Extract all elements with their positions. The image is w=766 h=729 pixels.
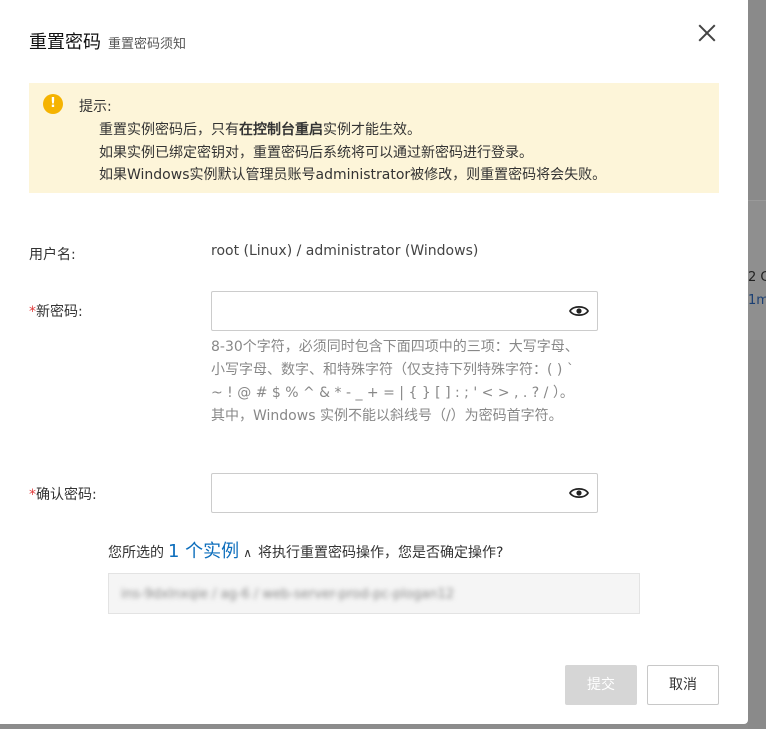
show-password-eye-icon[interactable] [569, 486, 589, 500]
dialog-subtitle: 重置密码须知 [108, 37, 187, 52]
background-text: 2 G [748, 270, 766, 285]
notice-emphasis: 在控制台重启 [239, 122, 323, 138]
new-password-input[interactable] [220, 300, 560, 322]
password-hint: 8-30个字符，必须同时包含下面四项中的三项：大写字母、小写字母、数字、和特殊字… [211, 339, 579, 424]
notice-line-2: 如果实例已绑定密钥对，重置密码后系统将可以通过新密码进行登录。 [99, 145, 533, 161]
submit-button[interactable]: 提交 [565, 665, 637, 705]
close-icon[interactable] [694, 20, 720, 46]
notice-box: ! 提示: 重置实例密码后，只有在控制台重启实例才能生效。 如果实例已绑定密钥对… [29, 83, 719, 193]
notice-line-1: 重置实例密码后，只有在控制台重启实例才能生效。 [99, 122, 421, 138]
required-mark: * [29, 487, 36, 503]
background-link: 1m [748, 293, 766, 308]
confirm-password-field[interactable] [211, 473, 598, 513]
new-password-label: *新密码: [29, 304, 83, 320]
background-page-strip: 2 G 1m [748, 0, 766, 729]
dialog-title: 重置密码 [29, 32, 101, 53]
reset-password-dialog: 重置密码 重置密码须知 ! 提示: 重置实例密码后，只有在控制台重启实例才能生效… [0, 0, 748, 724]
notice-line-3: 如果Windows实例默认管理员账号administrator被修改，则重置密码… [99, 167, 607, 183]
show-password-eye-icon[interactable] [569, 304, 589, 318]
chevron-up-icon[interactable]: ∧ [243, 546, 252, 560]
confirm-password-label: *确认密码: [29, 487, 97, 503]
confirm-password-input[interactable] [220, 482, 560, 504]
notice-heading: 提示: [79, 99, 112, 115]
selected-instance-list: ins-9dxlnxqie / ag-6 / web-server-prod-p… [108, 573, 640, 614]
username-value: root (Linux) / administrator (Windows) [211, 243, 479, 259]
info-icon: ! [43, 94, 63, 114]
cancel-button[interactable]: 取消 [647, 665, 719, 705]
required-mark: * [29, 304, 36, 320]
instance-count-link[interactable]: 1 个实例 [168, 537, 239, 563]
dialog-header: 重置密码 重置密码须知 [29, 28, 186, 54]
new-password-field[interactable] [211, 291, 598, 331]
confirm-message: 您所选的 1 个实例 ∧ 将执行重置密码操作，您是否确定操作? [108, 537, 503, 563]
instance-item-redacted: ins-9dxlnxqie / ag-6 / web-server-prod-p… [121, 587, 455, 602]
username-label: 用户名: [29, 247, 76, 263]
